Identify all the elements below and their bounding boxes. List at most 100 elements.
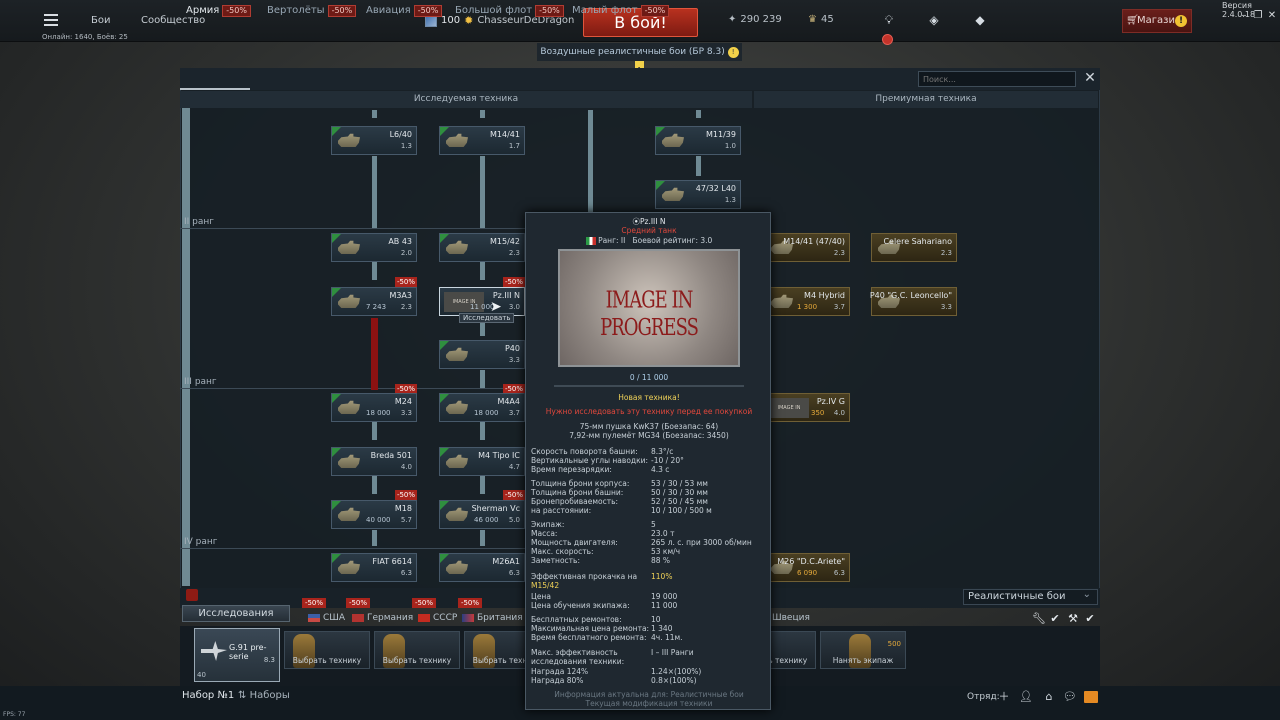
- vehicle-br: 1.3: [400, 142, 412, 150]
- plus-icon[interactable]: ＋: [997, 690, 1011, 704]
- check-icon[interactable]: ✔: [1048, 612, 1062, 626]
- vehicle-card-l640[interactable]: L6/40 1.3: [331, 126, 417, 155]
- vehicle-card-breda[interactable]: Breda 501 4.0: [331, 447, 417, 476]
- hire-crew-slot[interactable]: 500 Нанять экипаж: [820, 631, 906, 669]
- vehicle-card-sherman[interactable]: Sherman Vc 46 000 5.0: [439, 500, 525, 529]
- rank-label: II ранг: [184, 217, 215, 227]
- swap-icon: ⇅: [238, 690, 250, 701]
- tab-aviation[interactable]: Авиация -50%: [366, 5, 443, 17]
- research-cost: 18 000: [366, 409, 391, 417]
- mail-icon[interactable]: [1084, 691, 1098, 703]
- tab-army[interactable]: Армия -50%: [186, 5, 251, 17]
- game-mode-selector[interactable]: Воздушные реалистичные бои (БР 8.3) !1: [537, 43, 742, 79]
- nation-tab-germany[interactable]: Германия: [352, 613, 413, 623]
- vehicle-card-pzivg[interactable]: IMAGE IN PROGRESS Pz.IV G 350 4.0: [764, 393, 850, 422]
- stat-value: 52 / 50 / 45 мм: [651, 497, 708, 506]
- menu-battles[interactable]: Бои: [91, 15, 110, 26]
- close-icon[interactable]: ✕: [1083, 70, 1097, 86]
- research-points[interactable]: ♛ 45: [808, 14, 834, 25]
- usa-flag-icon: [308, 613, 320, 622]
- rank-rail: [182, 108, 190, 586]
- vehicle-card-m4a4[interactable]: M4A4 18 000 3.7: [439, 393, 525, 422]
- vehicle-br: 3.3: [400, 409, 412, 417]
- nation-label: Швеция: [772, 613, 810, 623]
- vehicle-br: 1.3: [724, 196, 736, 204]
- presets-link[interactable]: ⇅ Наборы: [238, 690, 290, 701]
- shield-icon[interactable]: [186, 589, 198, 601]
- tree-link: [480, 156, 485, 228]
- nation-tab-sweden[interactable]: Швеция: [772, 613, 810, 623]
- crew-price-value: 11 000: [651, 601, 678, 610]
- tank-icon: [338, 294, 360, 308]
- menu-icon[interactable]: [44, 14, 58, 26]
- vehicle-card-m4tipo[interactable]: M4 Tipo IC 4.7: [439, 447, 525, 476]
- vehicle-card-m1139[interactable]: M11/39 1.0: [655, 126, 741, 155]
- close-window-icon[interactable]: ✕: [1266, 10, 1278, 22]
- check-all-icon[interactable]: ✔: [1083, 612, 1097, 626]
- notification-icon[interactable]: [882, 34, 893, 45]
- nation-tab-britain[interactable]: Британия: [462, 613, 523, 623]
- research-cost: 40 000: [366, 516, 391, 524]
- vehicle-class-icon: ⦿: [632, 217, 641, 226]
- research-progress: 0 / 11 000: [629, 373, 669, 382]
- vehicle-card-fiat[interactable]: FIAT 6614 6.3: [331, 553, 417, 582]
- stat-value: 23.0 т: [651, 529, 675, 538]
- crew-slot-active[interactable]: G.91 pre-serie 8.3 40: [194, 628, 280, 682]
- wrench-icon[interactable]: 🔧︎: [1032, 612, 1046, 626]
- cart-icon: 🛒︎: [1126, 15, 1139, 26]
- tree-link: [372, 110, 377, 118]
- vehicle-card-ab43[interactable]: AB 43 2.0: [331, 233, 417, 262]
- lightbulb-icon[interactable]: 💡︎: [882, 13, 896, 27]
- stat-value: 50 / 30 / 30 мм: [651, 488, 708, 497]
- crew-slot[interactable]: Выбрать технику: [374, 631, 460, 669]
- vehicle-card-celere[interactable]: Celere Sahariano 2.3: [871, 233, 957, 262]
- research-cost: 46 000: [474, 516, 499, 524]
- vehicle-card-m26ariete[interactable]: M26 "D.C.Ariete" 6 090 6.3: [764, 553, 850, 582]
- clan-icon[interactable]: ⌂: [1042, 690, 1056, 704]
- tooltip-class: Средний танк: [621, 226, 677, 235]
- tab-coastal[interactable]: Малый флот -50%: [572, 5, 670, 17]
- nation-tab-usa[interactable]: США: [308, 613, 345, 623]
- chat-icon[interactable]: 💬︎: [1063, 690, 1077, 704]
- stat-value: 53 км/ч: [651, 547, 681, 556]
- vehicle-card-m1441[interactable]: M14/41 1.7: [439, 126, 525, 155]
- vehicle-card-m18[interactable]: M18 40 000 5.7: [331, 500, 417, 529]
- reward-value: 0.8×(100%): [651, 676, 697, 685]
- vehicle-card-p40gc[interactable]: P40 "G.C. Leoncello" 3.3: [870, 287, 957, 316]
- vehicle-card-m24[interactable]: M24 18 000 3.3: [331, 393, 417, 422]
- tree-link: [372, 530, 377, 546]
- tree-link: [480, 422, 485, 440]
- vehicle-card-m4hybrid[interactable]: M4 Hybrid 1 300 3.7: [764, 287, 850, 316]
- vehicle-card-p40[interactable]: P40 3.3: [439, 340, 525, 369]
- tree-link: [696, 110, 701, 118]
- unit-icon[interactable]: ◈: [927, 13, 941, 27]
- minimize-icon[interactable]: –: [1238, 10, 1250, 22]
- researched-marker: [440, 448, 449, 457]
- vehicle-card-m1542[interactable]: M15/42 2.3: [439, 233, 525, 262]
- search-input[interactable]: [918, 71, 1076, 87]
- vehicle-card-m1441-4740[interactable]: M14/41 (47/40) 2.3: [764, 233, 850, 262]
- vehicle-card-m3a3[interactable]: M3A3 7 243 2.3: [331, 287, 417, 316]
- vehicle-name: FIAT 6614: [372, 557, 412, 566]
- tab-helicopters[interactable]: Вертолёты -50%: [267, 5, 357, 17]
- research-button[interactable]: Исследования: [182, 605, 290, 622]
- silver-lions[interactable]: ✦ 290 239: [728, 14, 782, 25]
- shop-button[interactable]: 🛒︎ Магазин !: [1122, 9, 1192, 33]
- stat-label: на расстоянии:: [531, 506, 592, 515]
- rp-value: 45: [820, 14, 834, 25]
- vehicle-card-m26a1[interactable]: M26A1 6.3: [439, 553, 525, 582]
- crew-slot[interactable]: Выбрать технику: [284, 631, 370, 669]
- coupon-icon[interactable]: ◆: [973, 13, 987, 27]
- tab-bluewater[interactable]: Большой флот -50%: [455, 5, 564, 17]
- nation-tab-ussr[interactable]: СССР: [418, 613, 457, 623]
- repair-all-icon[interactable]: ⚒: [1066, 612, 1080, 626]
- tooltip-vehicle-name: Pz.III N: [640, 217, 666, 226]
- tooltip-br: Боевой рейтинг: 3.0: [632, 236, 713, 245]
- game-mode-dropdown[interactable]: Реалистичные бои: [963, 588, 1098, 605]
- vehicle-card-pziiin[interactable]: IMAGE IN PROGRESSPz.III N11 0003.0: [439, 287, 525, 316]
- friends-icon[interactable]: 👤︎: [1019, 690, 1033, 704]
- vehicle-card-4732[interactable]: 47/32 L40 1.3: [655, 180, 741, 209]
- restore-icon[interactable]: ❐: [1252, 10, 1264, 22]
- vehicle-br: 2.3: [400, 303, 412, 311]
- preset-tab[interactable]: Набор №1: [182, 690, 238, 706]
